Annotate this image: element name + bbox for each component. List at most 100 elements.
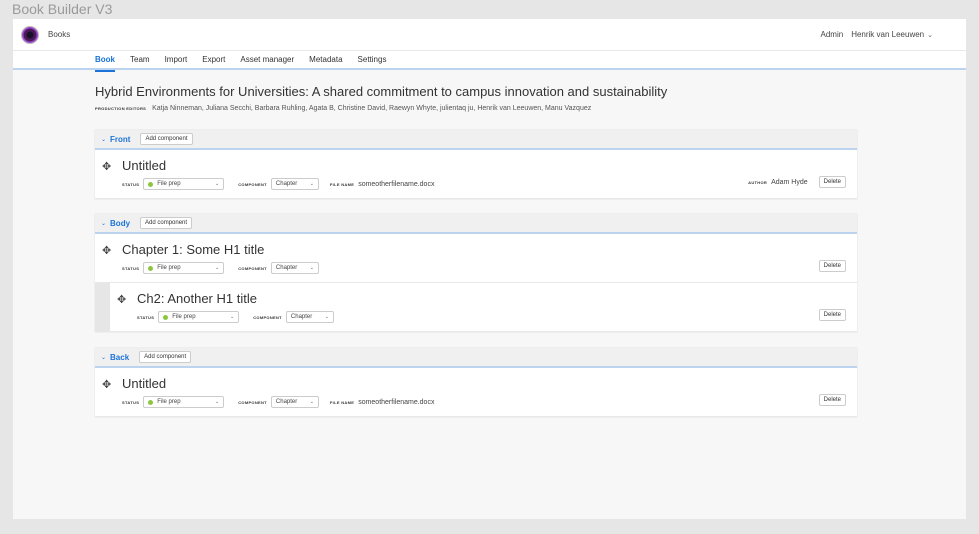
component-actions: Delete <box>818 260 846 272</box>
tab-asset-manager[interactable]: Asset manager <box>240 51 294 70</box>
section-back-name[interactable]: Back <box>110 353 129 362</box>
section-body: ⌄ Body Add component ✥ Chapter 1: Some H… <box>95 214 857 332</box>
book-title: Hybrid Environments for Universities: A … <box>95 84 668 99</box>
status-value: File prep <box>172 314 196 320</box>
author-label: Author <box>748 179 768 185</box>
chevron-down-icon: ⌄ <box>309 181 314 187</box>
chevron-down-icon: ⌄ <box>309 265 314 271</box>
user-name: Henrik van Leeuwen <box>851 30 925 39</box>
move-handle-icon[interactable]: ✥ <box>102 378 111 391</box>
brand-link[interactable]: Books <box>48 30 70 39</box>
component-meta: Status File prep ⌄ Component Chapter ⌄ <box>122 262 330 274</box>
component-select[interactable]: Chapter ⌄ <box>270 396 319 408</box>
chevron-down-icon: ⌄ <box>927 31 933 39</box>
component-actions: Delete <box>818 394 846 406</box>
logo-icon[interactable] <box>21 25 39 44</box>
component-row: ✥ Untitled Status File prep ⌄ Component … <box>95 368 857 417</box>
status-value: File prep <box>157 265 181 271</box>
move-handle-icon[interactable]: ✥ <box>102 244 111 257</box>
tab-bar: Book Team Import Export Asset manager Me… <box>13 51 966 72</box>
tab-metadata[interactable]: Metadata <box>309 51 342 70</box>
chevron-down-icon: ⌄ <box>215 265 220 271</box>
file-name-value: someotherfilename.docx <box>358 398 435 406</box>
file-name-value: someotherfilename.docx <box>358 180 435 188</box>
section-body-name[interactable]: Body <box>110 219 130 228</box>
component-label: Component <box>238 181 267 187</box>
delete-button[interactable]: Delete <box>818 260 846 272</box>
status-value: File prep <box>157 181 181 187</box>
status-label: Status <box>122 181 140 187</box>
section-front-name[interactable]: Front <box>110 135 130 144</box>
chevron-down-icon[interactable]: ⌄ <box>101 220 106 227</box>
tab-export[interactable]: Export <box>202 51 225 70</box>
status-label: Status <box>137 314 155 320</box>
section-front-header: ⌄ Front Add component <box>95 130 857 150</box>
add-component-button[interactable]: Add component <box>140 217 193 229</box>
chevron-down-icon: ⌄ <box>324 314 329 320</box>
status-value: File prep <box>157 399 181 405</box>
add-component-button[interactable]: Add component <box>140 133 193 145</box>
move-handle-icon[interactable]: ✥ <box>117 293 126 306</box>
delete-button[interactable]: Delete <box>818 309 846 321</box>
section-front: ⌄ Front Add component ✥ Untitled Status … <box>95 130 857 199</box>
chevron-down-icon: ⌄ <box>230 314 235 320</box>
chevron-down-icon[interactable]: ⌄ <box>101 354 106 361</box>
production-editors-list: Katja Ninneman, Juliana Secchi, Barbara … <box>152 105 592 112</box>
component-value: Chapter <box>275 181 298 187</box>
status-select[interactable]: File prep ⌄ <box>158 311 240 323</box>
author-value: Adam Hyde <box>771 178 808 186</box>
section-back-header: ⌄ Back Add component <box>95 348 857 368</box>
component-row: ✥ Chapter 1: Some H1 title Status File p… <box>95 234 857 283</box>
status-select[interactable]: File prep ⌄ <box>143 262 225 274</box>
status-dot-icon <box>148 399 154 405</box>
tab-import[interactable]: Import <box>165 51 188 70</box>
production-editors: Production editors Katja Ninneman, Julia… <box>95 105 591 112</box>
section-body-header: ⌄ Body Add component <box>95 214 857 234</box>
status-dot-icon <box>148 265 154 271</box>
delete-button[interactable]: Delete <box>818 394 846 406</box>
component-row-nested: ✥ Ch2: Another H1 title Status File prep… <box>95 283 857 332</box>
component-meta: Status File prep ⌄ Component Chapter ⌄ <box>137 311 345 323</box>
tab-team[interactable]: Team <box>130 51 150 70</box>
component-meta: Status File prep ⌄ Component Chapter ⌄ F… <box>122 178 434 190</box>
component-select[interactable]: Chapter ⌄ <box>270 262 319 274</box>
file-name-label: File name <box>329 181 355 187</box>
component-select[interactable]: Chapter ⌄ <box>270 178 319 190</box>
app-window: Books Admin Henrik van Leeuwen ⌄ Book Te… <box>13 19 966 519</box>
chevron-down-icon: ⌄ <box>309 399 314 405</box>
component-actions: Author Adam Hyde Delete <box>748 176 846 188</box>
tab-settings[interactable]: Settings <box>358 51 387 70</box>
admin-link[interactable]: Admin <box>821 30 844 39</box>
user-menu[interactable]: Henrik van Leeuwen ⌄ <box>851 30 933 39</box>
status-select[interactable]: File prep ⌄ <box>143 396 225 408</box>
move-handle-icon[interactable]: ✥ <box>102 160 111 173</box>
chevron-down-icon[interactable]: ⌄ <box>101 136 106 143</box>
component-value: Chapter <box>275 265 298 271</box>
top-bar: Books Admin Henrik van Leeuwen ⌄ <box>13 19 966 51</box>
component-meta: Status File prep ⌄ Component Chapter ⌄ F… <box>122 396 434 408</box>
component-label: Component <box>238 399 267 405</box>
component-title[interactable]: Ch2: Another H1 title <box>137 291 257 306</box>
status-select[interactable]: File prep ⌄ <box>143 178 225 190</box>
component-value: Chapter <box>290 314 313 320</box>
add-component-button[interactable]: Add component <box>139 351 192 363</box>
component-title[interactable]: Untitled <box>122 158 166 173</box>
component-row: ✥ Untitled Status File prep ⌄ Component … <box>95 150 857 199</box>
section-back: ⌄ Back Add component ✥ Untitled Status F… <box>95 348 857 417</box>
component-label: Component <box>238 265 267 271</box>
component-select[interactable]: Chapter ⌄ <box>285 311 334 323</box>
component-label: Component <box>253 314 282 320</box>
frame-title: Book Builder V3 <box>12 1 113 17</box>
file-name-label: File name <box>329 399 355 405</box>
delete-button[interactable]: Delete <box>818 176 846 188</box>
production-editors-label: Production editors <box>95 106 147 111</box>
chevron-down-icon: ⌄ <box>215 399 220 405</box>
component-actions: Delete <box>818 309 846 321</box>
status-dot-icon <box>163 314 169 320</box>
tab-book[interactable]: Book <box>95 51 115 72</box>
chevron-down-icon: ⌄ <box>215 181 220 187</box>
component-title[interactable]: Untitled <box>122 376 166 391</box>
status-label: Status <box>122 265 140 271</box>
status-label: Status <box>122 399 140 405</box>
component-title[interactable]: Chapter 1: Some H1 title <box>122 242 264 257</box>
